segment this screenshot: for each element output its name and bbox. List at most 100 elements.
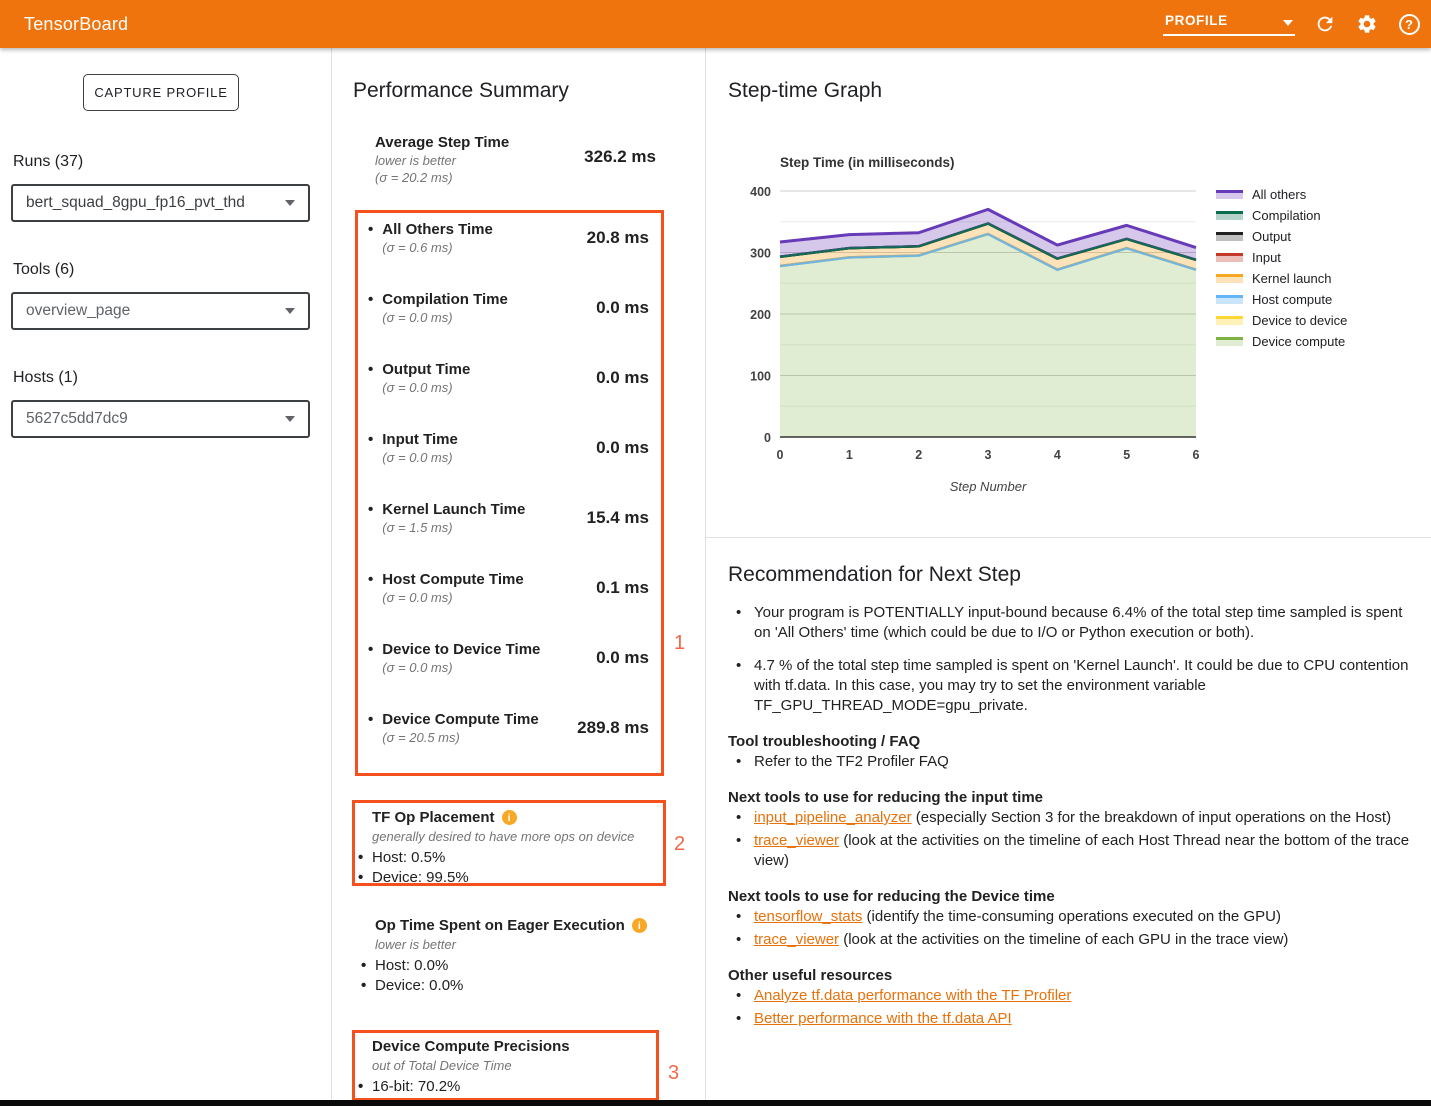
legend-label: Host compute <box>1252 292 1332 307</box>
list-item: Host: 0.0% <box>358 956 678 976</box>
metric-row: •Kernel Launch Time(σ = 1.5 ms)15.4 ms <box>365 500 649 570</box>
app-title: TensorBoard <box>24 14 128 35</box>
y-tick-label: 300 <box>750 247 771 261</box>
legend-item: Compilation <box>1216 210 1347 220</box>
tools-select[interactable]: overview_page <box>11 292 310 330</box>
metric-value: 0.0 ms <box>596 648 649 668</box>
bullet-icon: • <box>368 571 373 606</box>
x-tick-label: 5 <box>1123 448 1130 462</box>
recommendation-bullets: Your program is POTENTIALLY input-bound … <box>728 603 1420 716</box>
average-step-time-value: 326.2 ms <box>520 147 656 167</box>
chevron-down-icon <box>285 308 295 314</box>
eager-execution-title-text: Op Time Spent on Eager Execution <box>375 917 625 934</box>
recommendation-subsections: Tool troubleshooting / FAQRefer to the T… <box>728 733 1420 1029</box>
precisions-title-text: Device Compute Precisions <box>372 1038 570 1055</box>
eager-execution-list: Host: 0.0%Device: 0.0% <box>358 956 678 995</box>
legend-label: Device to device <box>1252 313 1347 328</box>
highlight-box-1: •All Others Time(σ = 0.6 ms)20.8 ms•Comp… <box>355 210 664 776</box>
subsection-heading: Tool troubleshooting / FAQ <box>728 733 1420 750</box>
sidebar-divider <box>331 48 332 1100</box>
annotation-1: 1 <box>674 632 685 655</box>
eager-execution-section: Op Time Spent on Eager Execution i lower… <box>358 917 678 995</box>
bullet-icon: • <box>368 221 373 256</box>
tool-link[interactable]: Analyze tf.data performance with the TF … <box>754 987 1071 1004</box>
hosts-selected-value: 5627c5dd7dc9 <box>26 410 128 428</box>
legend-swatch <box>1216 190 1243 199</box>
metric-sigma: (σ = 0.0 ms) <box>382 659 540 676</box>
list-item: Device: 99.5% <box>355 868 663 888</box>
hosts-select[interactable]: 5627c5dd7dc9 <box>11 400 310 438</box>
metric-value: 289.8 ms <box>577 718 649 738</box>
x-tick-label: 3 <box>985 448 992 462</box>
metric-value: 0.0 ms <box>596 298 649 318</box>
subsection-item: trace_viewer (look at the activities on … <box>728 930 1420 950</box>
metric-label: Output Time <box>382 360 470 379</box>
help-icon[interactable]: ? <box>1397 12 1421 36</box>
recommendation-subsection: Other useful resources Analyze tf.data pe… <box>728 967 1420 1029</box>
recommendation-bullet: 4.7 % of the total step time sampled is … <box>728 656 1420 716</box>
legend-item: Kernel launch <box>1216 273 1347 283</box>
metric-sigma: (σ = 20.5 ms) <box>382 729 538 746</box>
legend-item: Output <box>1216 231 1347 241</box>
legend-swatch <box>1216 316 1243 325</box>
legend-swatch <box>1216 232 1243 241</box>
metric-value: 0.1 ms <box>596 578 649 598</box>
bullet-icon: • <box>368 641 373 676</box>
list-item: Host: 0.5% <box>355 848 663 868</box>
bullet-icon: • <box>368 291 373 326</box>
eager-execution-subtitle: lower is better <box>358 936 678 953</box>
x-tick-label: 6 <box>1193 448 1200 462</box>
metric-label: Input Time <box>382 430 458 449</box>
legend-swatch <box>1216 211 1243 220</box>
bottom-edge-bar <box>0 1100 1431 1106</box>
info-icon[interactable]: i <box>502 810 517 825</box>
metric-value: 20.8 ms <box>587 228 649 248</box>
bullet-icon: • <box>368 361 373 396</box>
tool-link[interactable]: trace_viewer <box>754 931 839 948</box>
precisions-subtitle: out of Total Device Time <box>355 1057 656 1074</box>
legend-item: Device compute <box>1216 336 1347 346</box>
refresh-icon[interactable] <box>1313 12 1337 36</box>
y-tick-label: 400 <box>750 185 771 199</box>
info-icon[interactable]: i <box>632 918 647 933</box>
highlight-box-2: TF Op Placement i generally desired to h… <box>352 800 666 886</box>
subsection-item: tensorflow_stats (identify the time-cons… <box>728 907 1420 927</box>
metric-row: •Host Compute Time(σ = 0.0 ms)0.1 ms <box>365 570 649 640</box>
legend-item: Input <box>1216 252 1347 262</box>
subsection-heading: Other useful resources <box>728 967 1420 984</box>
tool-link[interactable]: input_pipeline_analyzer <box>754 809 912 826</box>
x-axis-label: Step Number <box>950 479 1027 494</box>
metric-sigma: (σ = 0.0 ms) <box>382 309 508 326</box>
tools-selected-value: overview_page <box>26 302 130 320</box>
x-tick-label: 2 <box>915 448 922 462</box>
settings-gear-icon[interactable] <box>1355 12 1379 36</box>
legend-label: Input <box>1252 250 1281 265</box>
metric-value: 0.0 ms <box>596 438 649 458</box>
y-tick-label: 200 <box>750 308 771 322</box>
legend-swatch <box>1216 295 1243 304</box>
metric-label: Device Compute Time <box>382 710 538 729</box>
dashboard-selector[interactable]: PROFILE <box>1163 13 1295 36</box>
x-tick-label: 4 <box>1054 448 1061 462</box>
annotation-3: 3 <box>668 1062 679 1085</box>
legend-item: All others <box>1216 189 1347 199</box>
tool-link[interactable]: trace_viewer <box>754 832 839 849</box>
recommendation-subsection: Tool troubleshooting / FAQRefer to the T… <box>728 733 1420 772</box>
metric-label: Kernel Launch Time <box>382 500 525 519</box>
chart-title: Step Time (in milliseconds) <box>780 155 955 170</box>
y-tick-label: 0 <box>764 431 771 445</box>
chevron-down-icon <box>285 416 295 422</box>
metric-sigma: (σ = 0.0 ms) <box>382 449 458 466</box>
legend-swatch <box>1216 274 1243 283</box>
chevron-down-icon <box>285 200 295 206</box>
metric-row: •Device to Device Time(σ = 0.0 ms)0.0 ms <box>365 640 649 710</box>
runs-select[interactable]: bert_squad_8gpu_fp16_pvt_thd <box>11 184 310 222</box>
app-header: TensorBoard PROFILE ? <box>0 0 1431 48</box>
recommendation-section: Recommendation for Next Step Your progra… <box>728 563 1420 1032</box>
subsection-item: Analyze tf.data performance with the TF … <box>728 986 1420 1006</box>
capture-profile-button[interactable]: CAPTURE PROFILE <box>83 74 239 111</box>
tool-link[interactable]: tensorflow_stats <box>754 908 862 925</box>
x-tick-label: 1 <box>846 448 853 462</box>
tool-link[interactable]: Better performance with the tf.data API <box>754 1010 1012 1027</box>
metric-row: •Output Time(σ = 0.0 ms)0.0 ms <box>365 360 649 430</box>
